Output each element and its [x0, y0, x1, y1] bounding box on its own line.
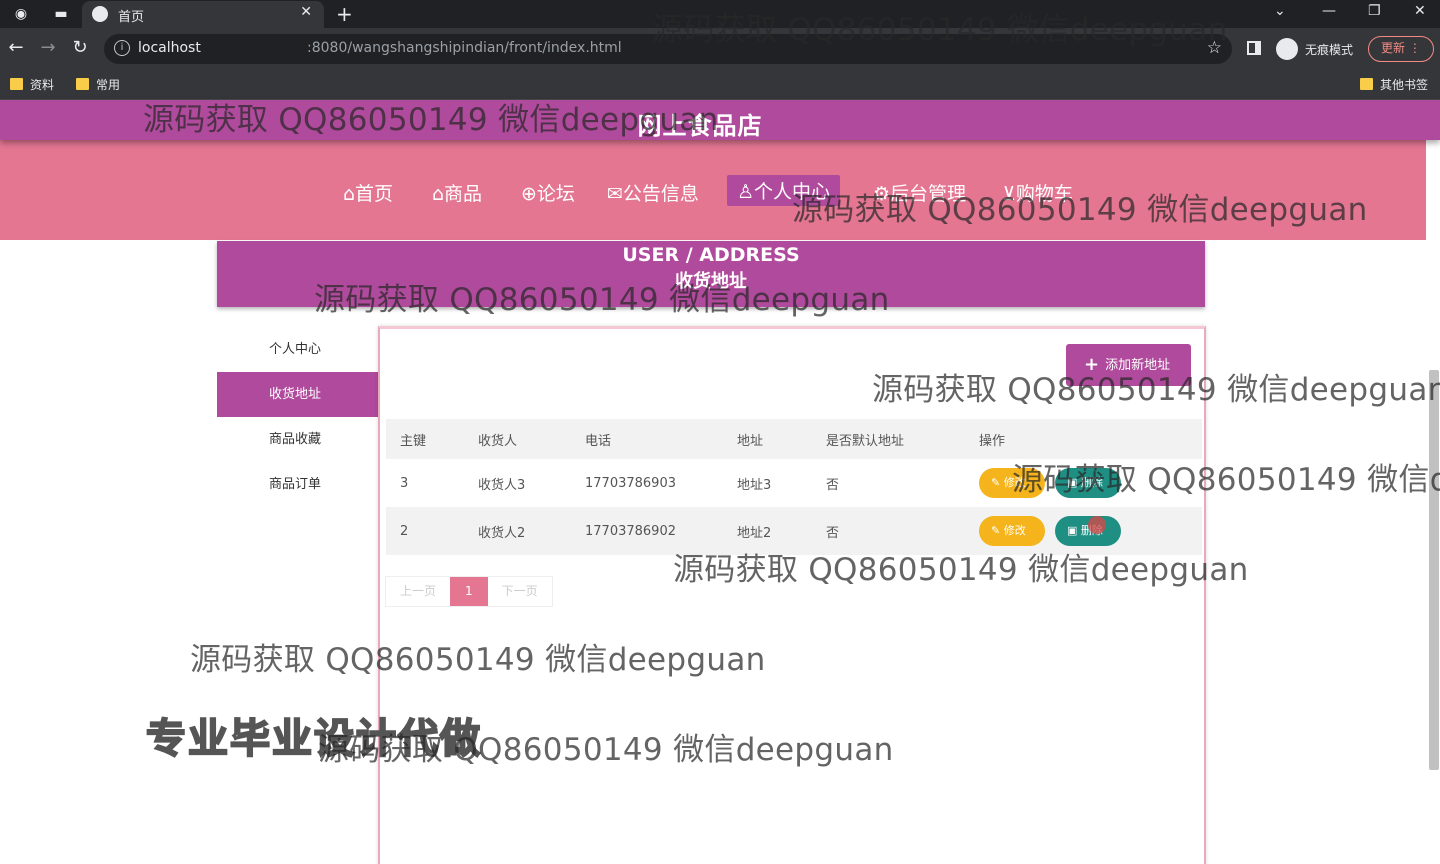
- restore-icon[interactable]: ❐: [1368, 3, 1381, 19]
- watermark: 源码获取 QQ86050149 微信deepguan: [318, 732, 894, 768]
- new-tab-icon[interactable]: +: [336, 2, 353, 26]
- update-label: 更新: [1381, 41, 1406, 55]
- bookmark-folder-changyong[interactable]: 常用: [76, 76, 120, 93]
- nav-forum-label: 论坛: [536, 183, 575, 205]
- banner-en: USER / ADDRESS: [622, 244, 800, 266]
- side-menu: 个人中心 收货地址 商品收藏 商品订单: [217, 327, 378, 507]
- nav-home[interactable]: ⌂首页: [343, 179, 393, 206]
- col-default: 是否默认地址: [826, 419, 979, 459]
- nav-products[interactable]: ⌂商品: [432, 179, 482, 206]
- watermark: 源码获取 QQ86050149 微信de: [1012, 462, 1440, 498]
- cell-default: 否: [826, 477, 840, 493]
- forward-icon[interactable]: →: [36, 37, 60, 58]
- mouse-cursor-icon: [1088, 516, 1106, 534]
- watermark: 源码获取 QQ86050149 微信deepguan: [792, 192, 1368, 228]
- edit-button[interactable]: ✎ 修改: [979, 516, 1045, 546]
- col-actions: 操作: [979, 419, 1202, 459]
- side-item-favorites[interactable]: 商品收藏: [217, 417, 378, 462]
- watermark: 源码获取 QQ86050149 微信deepguan: [652, 12, 1228, 48]
- edit-label: 修改: [1003, 524, 1026, 537]
- other-bookmarks-folder[interactable]: 其他书签: [1360, 76, 1428, 93]
- nav-forum[interactable]: ⊕论坛: [521, 179, 575, 206]
- pencil-icon: ✎: [991, 524, 1001, 537]
- side-item-orders[interactable]: 商品订单: [217, 462, 378, 507]
- browser-tab-active[interactable]: 首页 ✕: [82, 1, 324, 28]
- update-button[interactable]: 更新 ⋮: [1368, 36, 1434, 62]
- incognito-icon: [1276, 38, 1298, 60]
- watermark: 源码获取 QQ86050149 微信deepguan: [143, 102, 719, 138]
- minimize-icon[interactable]: —: [1322, 3, 1336, 19]
- url-path: :8080/wangshangshipindian/front/index.ht…: [307, 40, 622, 56]
- nav-products-label: ⌂商品: [432, 183, 483, 205]
- globe-icon: [92, 6, 108, 22]
- cell-id: 2: [386, 507, 478, 555]
- prev-page-button[interactable]: 上一页: [386, 577, 450, 606]
- side-item-address[interactable]: 收货地址: [217, 372, 378, 417]
- col-id: 主键: [386, 419, 478, 459]
- cell-receiver: 收货人3: [478, 477, 526, 493]
- col-phone: 电话: [585, 419, 737, 459]
- site-info-icon[interactable]: i: [114, 40, 130, 56]
- tab-title: 首页: [118, 10, 145, 25]
- watermark: 源码获取 QQ86050149 微信deepguan: [314, 282, 890, 318]
- back-icon[interactable]: ←: [4, 37, 28, 58]
- url-host: localhost: [138, 40, 201, 56]
- next-page-button[interactable]: 下一页: [488, 577, 552, 606]
- table-header-row: 主键 收货人 电话 地址 是否默认地址 操作: [386, 419, 1202, 459]
- pencil-icon: ✎: [991, 476, 1001, 489]
- cell-receiver: 收货人2: [478, 507, 585, 555]
- browser-menu-icon[interactable]: ◉: [12, 5, 30, 23]
- cell-address: 地址3: [737, 477, 772, 493]
- reload-icon[interactable]: ↻: [68, 37, 92, 58]
- window-close-icon[interactable]: ✕: [1414, 3, 1426, 19]
- close-tab-icon[interactable]: ✕: [300, 4, 312, 20]
- col-address: 地址: [737, 419, 826, 459]
- cell-phone: 17703786903: [585, 475, 676, 491]
- user-icon: ♙: [737, 181, 755, 203]
- bookmark-folder-ziliao[interactable]: 资料: [10, 76, 54, 93]
- page-scrollbar[interactable]: [1429, 370, 1439, 770]
- side-item-personal-center[interactable]: 个人中心: [217, 327, 378, 372]
- incognito-label: 无痕模式: [1305, 43, 1354, 57]
- nav-notices[interactable]: ✉公告信息: [607, 179, 699, 206]
- cell-id: 3: [400, 475, 409, 491]
- nav-home-label: ⌂首页: [343, 183, 394, 205]
- tab-search-icon[interactable]: ▬: [52, 5, 70, 23]
- nav-notices-label: 公告信息: [622, 183, 699, 205]
- mail-icon: ✉: [607, 183, 623, 205]
- forum-icon: ⊕: [521, 183, 537, 205]
- watermark: 源码获取 QQ86050149 微信deepguan: [872, 372, 1440, 408]
- page-1-button[interactable]: 1: [450, 577, 488, 606]
- watermark: 源码获取 QQ86050149 微信deepguan: [673, 552, 1249, 588]
- side-panel-icon[interactable]: [1247, 41, 1261, 55]
- pagination: 上一页 1 下一页: [385, 576, 553, 607]
- watermark: 源码获取 QQ86050149 微信deepguan: [190, 642, 766, 678]
- tab-list-icon[interactable]: ⌄: [1274, 3, 1286, 19]
- more-icon[interactable]: ⋮: [1409, 41, 1421, 55]
- col-receiver: 收货人: [478, 419, 585, 459]
- trash-icon: ▣: [1067, 524, 1078, 537]
